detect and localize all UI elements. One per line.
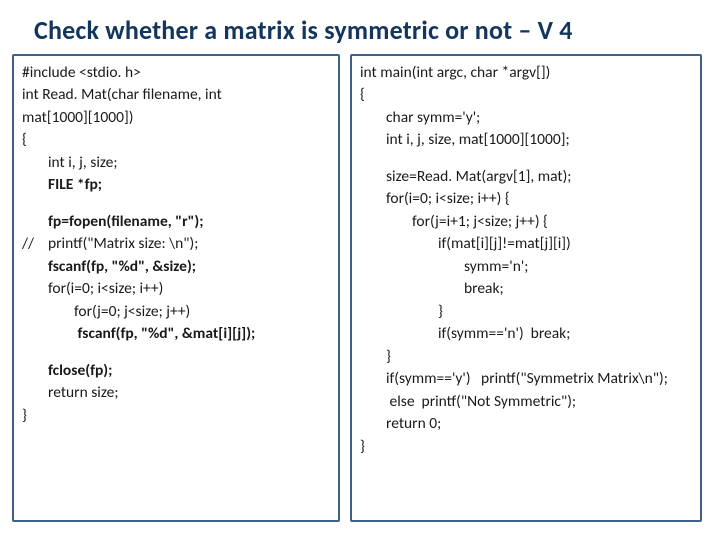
code-columns: #include <stdio. h> int Read. Mat(char f… [0, 54, 720, 522]
code-line: int i, j, size, mat[1000][1000]; [360, 129, 692, 151]
code-line: int i, j, size; [22, 152, 330, 174]
code-line: mat[1000][1000]) [22, 108, 133, 127]
code-line: return 0; [360, 413, 692, 435]
code-box-left: #include <stdio. h> int Read. Mat(char f… [12, 54, 340, 522]
code-line: { [360, 85, 365, 104]
code-line: int main(int argc, char *argv[]) [360, 63, 550, 82]
code-line: fscanf(fp, "%d", &mat[i][j]); [22, 323, 330, 345]
slide: Check whether a matrix is symmetric or n… [0, 0, 720, 540]
code-line: if(symm=='n') break; [360, 323, 692, 345]
code-line: { [22, 130, 27, 149]
code-line: int Read. Mat(char filename, int [22, 85, 222, 104]
code-box-right: int main(int argc, char *argv[]) { char … [350, 54, 702, 522]
code-line: for(j=i+1; j<size; j++) { [360, 211, 692, 233]
code-line: fp=fopen(filename, "r"); [22, 211, 330, 233]
code-line: } [360, 437, 365, 456]
code-line: for(i=0; i<size; i++) [22, 278, 330, 300]
code-line: for(j=0; j<size; j++) [22, 301, 330, 323]
code-line: fclose(fp); [22, 360, 330, 382]
code-line: if(symm=='y') printf("Symmetrix Matrix\n… [360, 368, 692, 390]
code-line: break; [360, 278, 692, 300]
code-line: else printf("Not Symmetric"); [360, 391, 692, 413]
code-line: symm='n'; [360, 256, 692, 278]
comment-marker: // [22, 233, 48, 255]
code-line: if(mat[i][j]!=mat[j][i]) [360, 233, 692, 255]
code-line: } [360, 301, 692, 323]
code-line: FILE *fp; [22, 174, 330, 196]
code-line: size=Read. Mat(argv[1], mat); [360, 166, 692, 188]
code-line: return size; [22, 382, 330, 404]
code-line: printf("Matrix size: \n"); [48, 233, 198, 255]
code-line: #include <stdio. h> [22, 63, 141, 82]
code-line: } [22, 406, 27, 425]
code-line: char symm='y'; [360, 107, 692, 129]
code-line: fscanf(fp, "%d", &size); [22, 256, 330, 278]
code-line: } [360, 346, 692, 368]
code-line: for(i=0; i<size; i++) { [360, 188, 692, 210]
slide-title: Check whether a matrix is symmetric or n… [0, 0, 720, 54]
